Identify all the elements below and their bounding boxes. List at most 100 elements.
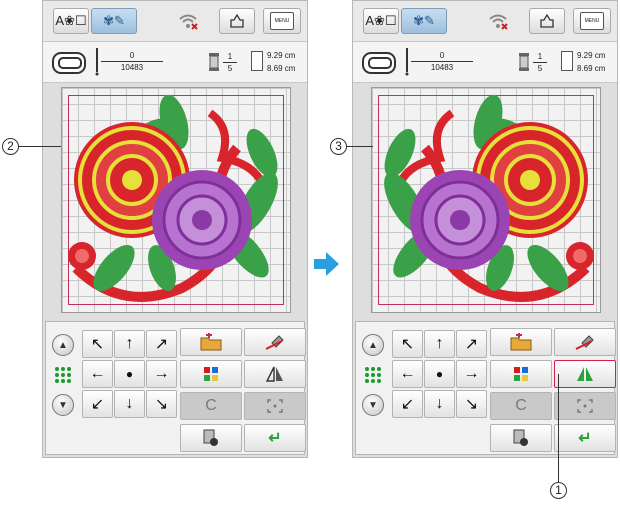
move-up-right-button[interactable]: ↗: [146, 330, 177, 358]
move-up-left-button[interactable]: ↖: [392, 330, 423, 358]
resize-button[interactable]: [244, 392, 306, 420]
mirror-icon: [265, 366, 283, 382]
resize-icon: [267, 399, 283, 413]
color-palette-button[interactable]: [180, 360, 242, 388]
arrow-left-icon: ←: [89, 365, 106, 382]
stitch-current: 0: [439, 51, 445, 60]
move-up-button[interactable]: ↑: [424, 330, 455, 358]
color-total: 5: [533, 62, 547, 74]
move-icon: [540, 13, 554, 28]
menu-button-right[interactable]: MENU: [573, 8, 611, 34]
callout-line-3: [347, 146, 373, 147]
color-counter-right: 1 5: [533, 51, 547, 74]
arrow-down-left-icon: ↙: [400, 396, 415, 413]
embroidery-edit-button[interactable]: ✾✎: [91, 8, 137, 34]
scroll-up-icon: ▲: [368, 339, 378, 351]
embroidery-edit-button-right[interactable]: ✾✎: [401, 8, 447, 34]
thread-spool-icon: [518, 52, 530, 72]
menu-label: MENU: [584, 18, 600, 24]
move-button[interactable]: [219, 8, 255, 34]
scroll-down-button[interactable]: ▼: [362, 394, 384, 416]
text-mode-button[interactable]: A❀☐: [53, 8, 89, 34]
delete-button[interactable]: [554, 328, 616, 356]
presser-foot-icon: [361, 50, 397, 76]
move-up-right-button[interactable]: ↗: [456, 330, 487, 358]
font-mode-icon: A❀☐: [365, 13, 397, 28]
enter-button[interactable]: ↵: [554, 424, 616, 452]
move-down-button[interactable]: ↓: [114, 390, 145, 418]
menu-icon: MENU: [580, 12, 604, 30]
settings-icon: [513, 429, 528, 446]
center-button[interactable]: ●: [114, 360, 145, 388]
mirror-button-active[interactable]: [554, 360, 616, 388]
enter-button[interactable]: ↵: [244, 424, 306, 452]
move-down-left-button[interactable]: ↙: [82, 390, 113, 418]
move-left-button[interactable]: ←: [82, 360, 113, 388]
move-up-button[interactable]: ↑: [114, 330, 145, 358]
embroidery-edit-icon: ✾✎: [103, 13, 125, 28]
stitch-current: 0: [129, 51, 135, 60]
grid-icon[interactable]: [364, 366, 382, 384]
color-index: 1: [227, 52, 233, 61]
embroidery-canvas[interactable]: [61, 87, 291, 313]
font-mode-icon: A❀☐: [55, 13, 87, 28]
move-down-button[interactable]: ↓: [424, 390, 455, 418]
size-frame-icon: [561, 51, 573, 71]
scroll-up-button[interactable]: ▲: [362, 334, 384, 356]
stitch-counter-right: 0 10483: [411, 50, 473, 73]
settings-icon: [203, 429, 218, 446]
arrow-down-icon: ↓: [435, 395, 444, 412]
design-width: 9.29 cm: [577, 51, 606, 60]
design-height: 8.69 cm: [577, 64, 606, 73]
thread-spool-icon: [208, 52, 220, 72]
arrow-down-left-icon: ↙: [90, 396, 105, 413]
move-icon: [230, 13, 244, 28]
scroll-down-icon: ▼: [368, 399, 378, 411]
open-file-button[interactable]: [180, 328, 242, 356]
needle-icon: [94, 48, 100, 76]
arrow-up-left-icon: ↖: [400, 336, 415, 353]
move-up-left-button[interactable]: ↖: [82, 330, 113, 358]
needle-icon: [404, 48, 410, 76]
scroll-down-button[interactable]: ▼: [52, 394, 74, 416]
arrow-up-right-icon: ↗: [464, 336, 479, 353]
resize-button[interactable]: [554, 392, 616, 420]
move-down-left-button[interactable]: ↙: [392, 390, 423, 418]
text-mode-button-right[interactable]: A❀☐: [363, 8, 399, 34]
arrow-up-right-icon: ↗: [154, 336, 169, 353]
center-button[interactable]: ●: [424, 360, 455, 388]
open-file-icon: [510, 333, 532, 351]
stitch-total: 10483: [101, 61, 163, 73]
open-file-button[interactable]: [490, 328, 552, 356]
rotate-button[interactable]: C: [180, 392, 242, 420]
settings-button[interactable]: [490, 424, 552, 452]
enter-icon: ↵: [268, 430, 282, 447]
embroidery-canvas-mirrored[interactable]: [371, 87, 601, 313]
rotate-button[interactable]: C: [490, 392, 552, 420]
info-bar-right: 0 10483 1 5 9.29 cm 8.69 cm: [353, 41, 617, 83]
rotate-icon: C: [515, 397, 527, 414]
mirror-button[interactable]: [244, 360, 306, 388]
move-button-right[interactable]: [529, 8, 565, 34]
embroidery-edit-icon: ✾✎: [413, 13, 435, 28]
color-palette-button[interactable]: [490, 360, 552, 388]
scroll-up-button[interactable]: ▲: [52, 334, 74, 356]
move-right-button[interactable]: →: [146, 360, 177, 388]
move-down-right-button[interactable]: ↘: [146, 390, 177, 418]
arrow-right-icon: →: [153, 365, 170, 382]
move-right-button[interactable]: →: [456, 360, 487, 388]
screen-after: A❀☐ ✾✎ MENU 0 10483 1 5 9.29 cm 8.69 cm …: [352, 0, 618, 458]
settings-button[interactable]: [180, 424, 242, 452]
open-file-icon: [200, 333, 222, 351]
rose-embroidery-design-mirrored: [384, 94, 594, 302]
grid-icon[interactable]: [54, 366, 72, 384]
move-down-right-button[interactable]: ↘: [456, 390, 487, 418]
delete-button[interactable]: [244, 328, 306, 356]
stitch-counter: 0 10483: [101, 50, 163, 73]
move-left-button[interactable]: ←: [392, 360, 423, 388]
menu-button[interactable]: MENU: [263, 8, 301, 34]
resize-icon: [577, 399, 593, 413]
wireless-off-icon: [487, 11, 509, 31]
callout-1: 1: [550, 482, 567, 499]
callout-line-1: [558, 374, 559, 482]
